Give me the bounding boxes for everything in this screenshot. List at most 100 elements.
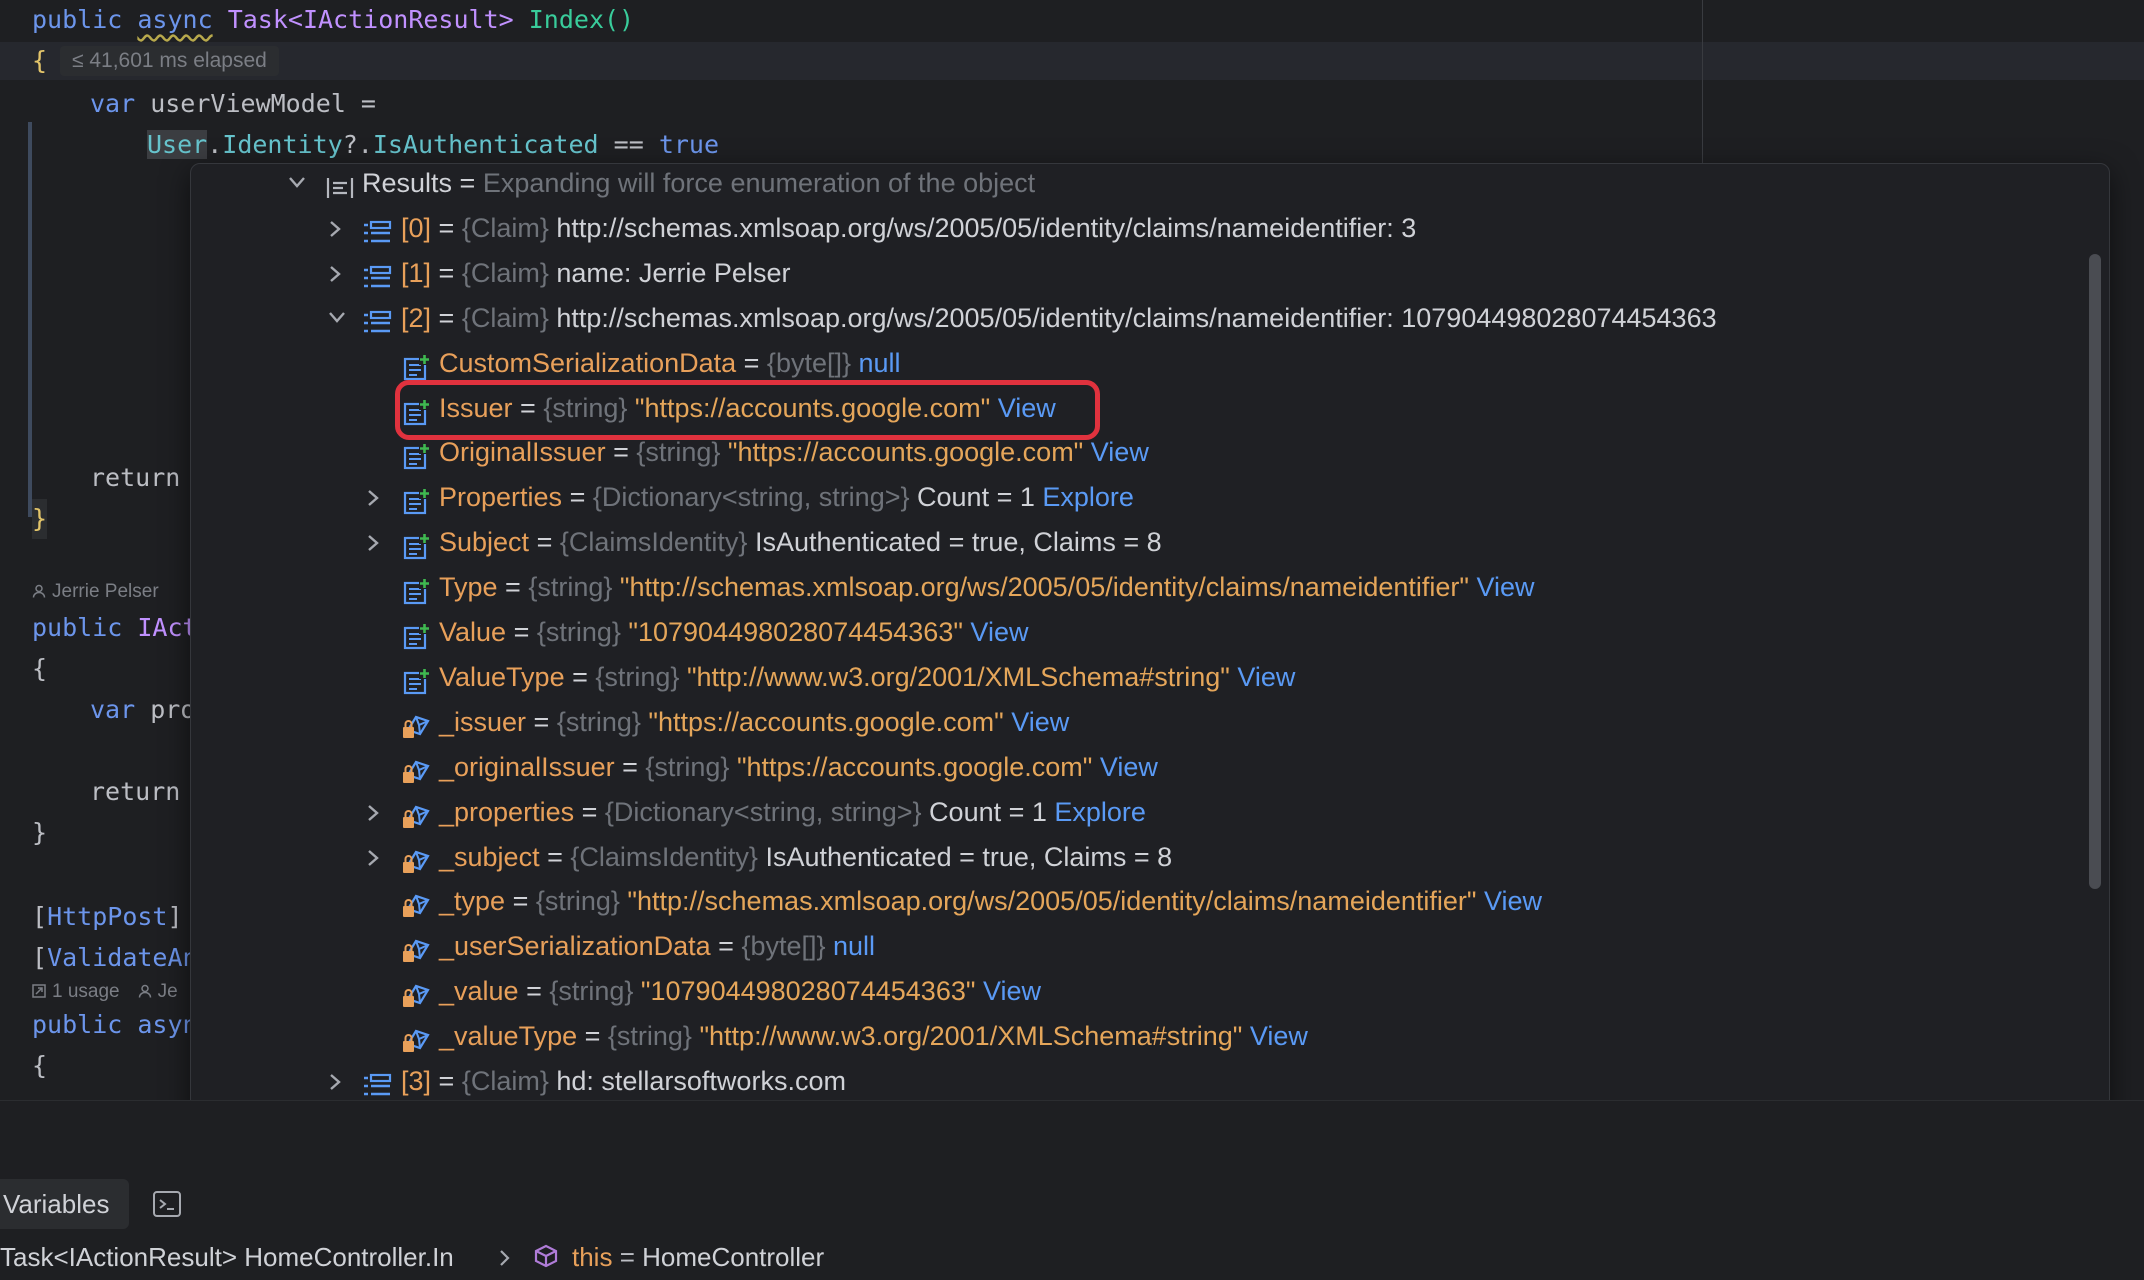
member-type: {string} xyxy=(535,886,620,917)
view-link[interactable]: View xyxy=(1083,437,1149,467)
author-hint-label: Jerrie Pelser xyxy=(52,581,159,602)
tab-variables[interactable]: Variables xyxy=(0,1179,130,1229)
view-link[interactable]: View xyxy=(1476,886,1542,916)
member-value: "107904498028074454363" xyxy=(633,976,976,1007)
member-type: {ClaimsIdentity} xyxy=(570,841,758,872)
field-lock-icon xyxy=(402,844,432,873)
member-value: "http://schemas.xmlsoap.org/ws/2005/05/i… xyxy=(619,886,1477,917)
member-type: {byte[]} xyxy=(766,347,851,378)
child-row[interactable]: Value = {string} "107904498028074454363"… xyxy=(191,610,2081,655)
usage-hint-label: 1 usage xyxy=(52,981,120,1002)
row-text: Type = {string} "http://schemas.xmlsoap.… xyxy=(439,565,1535,610)
child-row[interactable]: Subject = {ClaimsIdentity} IsAuthenticat… xyxy=(191,520,2081,565)
claim-row[interactable]: [2] = {Claim} http://schemas.xmlsoap.org… xyxy=(191,296,2081,341)
code-token: IsAuthenticated xyxy=(372,130,599,159)
chevron-right-icon[interactable] xyxy=(327,1059,351,1104)
console-icon[interactable] xyxy=(152,1190,182,1218)
child-row[interactable]: _type = {string} "http://schemas.xmlsoap… xyxy=(191,879,2081,924)
person-icon xyxy=(138,984,151,998)
field-lock-icon xyxy=(402,933,432,963)
row-text: _subject = {ClaimsIdentity} IsAuthentica… xyxy=(439,835,1172,880)
code-token: Identity xyxy=(222,130,343,159)
author-hint[interactable]: Jerrie Pelser xyxy=(32,577,159,607)
chevron-right-icon[interactable] xyxy=(365,835,389,880)
child-row[interactable]: _valueType = {string} "http://www.w3.org… xyxy=(191,1014,2081,1059)
member-value: "http://www.w3.org/2001/XMLSchema#string… xyxy=(691,1021,1243,1052)
member-type: {string} xyxy=(607,1021,692,1052)
child-row[interactable]: _userSerializationData = {byte[]} null xyxy=(191,924,2081,969)
popup-scrollbar[interactable] xyxy=(2089,254,2101,889)
member-value: "https://accounts.google.com" xyxy=(640,706,1004,737)
equals-sign: = xyxy=(710,931,742,962)
chevron-right-icon[interactable] xyxy=(327,206,351,251)
chevron-down-icon[interactable] xyxy=(287,164,311,206)
equals-sign: = xyxy=(605,437,637,468)
usage-hint[interactable]: 1 usage Je xyxy=(32,977,178,1007)
row-text: _value = {string} "107904498028074454363… xyxy=(439,969,1041,1014)
child-row[interactable]: _value = {string} "107904498028074454363… xyxy=(191,969,2081,1014)
results-row[interactable]: Results = Expanding will force enumerati… xyxy=(191,164,2081,206)
row-text: Properties = {Dictionary<string, string>… xyxy=(439,475,1134,520)
child-row[interactable]: Type = {string} "http://schemas.xmlsoap.… xyxy=(191,565,2081,610)
view-link[interactable]: View xyxy=(1004,707,1069,737)
equals-sign: = xyxy=(431,302,462,333)
member-name: _userSerializationData xyxy=(439,931,711,962)
code-token: User xyxy=(147,130,208,159)
code-line-var: var userViewModel = xyxy=(90,84,376,124)
member-name: _type xyxy=(439,886,506,917)
view-link[interactable]: View xyxy=(1242,1021,1308,1051)
code-token: HttpPost xyxy=(47,902,168,931)
child-row[interactable]: ValueType = {string} "http://www.w3.org/… xyxy=(191,655,2081,700)
chevron-right-icon[interactable] xyxy=(498,1240,512,1275)
child-row[interactable]: _properties = {Dictionary<string, string… xyxy=(191,790,2081,835)
equals-sign: = xyxy=(505,886,536,917)
frames-row[interactable]: Task<IActionResult> HomeController.In th… xyxy=(0,1240,2144,1275)
view-link[interactable]: View xyxy=(1092,752,1158,782)
view-link[interactable]: View xyxy=(1469,572,1534,602)
member-name: _valueType xyxy=(439,1021,578,1052)
row-text: _type = {string} "http://schemas.xmlsoap… xyxy=(439,879,1542,924)
child-row[interactable]: CustomSerializationData = {byte[]} null xyxy=(191,341,2081,386)
results-note: Expanding will force enumeration of the … xyxy=(482,168,1036,198)
member-type: {ClaimsIdentity} xyxy=(559,527,748,558)
code-token: public xyxy=(32,613,123,642)
this-variable[interactable]: this = HomeController xyxy=(572,1240,824,1275)
person-icon xyxy=(32,584,46,598)
view-link[interactable]: View xyxy=(975,976,1041,1006)
equals-sign: = xyxy=(506,617,537,647)
equals-sign: = xyxy=(564,661,596,692)
claim-row[interactable]: [3] = {Claim} hd: stellarsoftworks.com xyxy=(191,1059,2081,1104)
explore-link[interactable]: Explore xyxy=(1035,482,1134,512)
chevron-right-icon[interactable] xyxy=(365,790,389,835)
chevron-down-icon[interactable] xyxy=(327,296,351,341)
equals-sign: = xyxy=(614,751,646,782)
row-text: ValueType = {string} "http://www.w3.org/… xyxy=(439,655,1295,700)
member-null-keyword: null xyxy=(825,931,876,962)
child-row[interactable]: Properties = {Dictionary<string, string>… xyxy=(191,475,2081,520)
code-token: [ xyxy=(32,902,48,931)
code-line-public-async: public asyn xyxy=(32,1005,198,1045)
debugger-data-tip-popup[interactable]: Results = Expanding will force enumerati… xyxy=(190,163,2110,1200)
claim-row[interactable]: [1] = {Claim} name: Jerrie Pelser xyxy=(191,251,2081,296)
row-text: _properties = {Dictionary<string, string… xyxy=(439,790,1146,835)
object-icon xyxy=(532,1243,562,1280)
child-row[interactable]: _originalIssuer = {string} "https://acco… xyxy=(191,745,2081,790)
view-link[interactable]: View xyxy=(1230,662,1295,692)
claim-value: name: Jerrie Pelser xyxy=(548,257,791,288)
chevron-right-icon[interactable] xyxy=(365,475,389,520)
chevron-right-icon[interactable] xyxy=(365,520,389,565)
property-icon xyxy=(402,439,432,470)
child-row[interactable]: _issuer = {string} "https://accounts.goo… xyxy=(191,700,2081,745)
code-line-open-brace: { xyxy=(32,46,48,75)
code-line-signature: public async Task<IActionResult> Index() xyxy=(32,0,634,40)
view-link[interactable]: View xyxy=(963,617,1028,647)
explore-link[interactable]: Explore xyxy=(1047,797,1146,827)
code-line-user: User.Identity?.IsAuthenticated == true xyxy=(147,125,719,165)
equals-sign: = xyxy=(518,976,550,1007)
stack-frame-label[interactable]: Task<IActionResult> HomeController.In xyxy=(0,1240,454,1275)
code-line-public-iact: public IAct xyxy=(32,608,198,648)
chevron-right-icon[interactable] xyxy=(327,251,351,296)
child-row[interactable]: _subject = {ClaimsIdentity} IsAuthentica… xyxy=(191,835,2081,880)
claim-row[interactable]: [0] = {Claim} http://schemas.xmlsoap.org… xyxy=(191,206,2081,251)
member-value: "https://accounts.google.com" xyxy=(720,437,1084,468)
